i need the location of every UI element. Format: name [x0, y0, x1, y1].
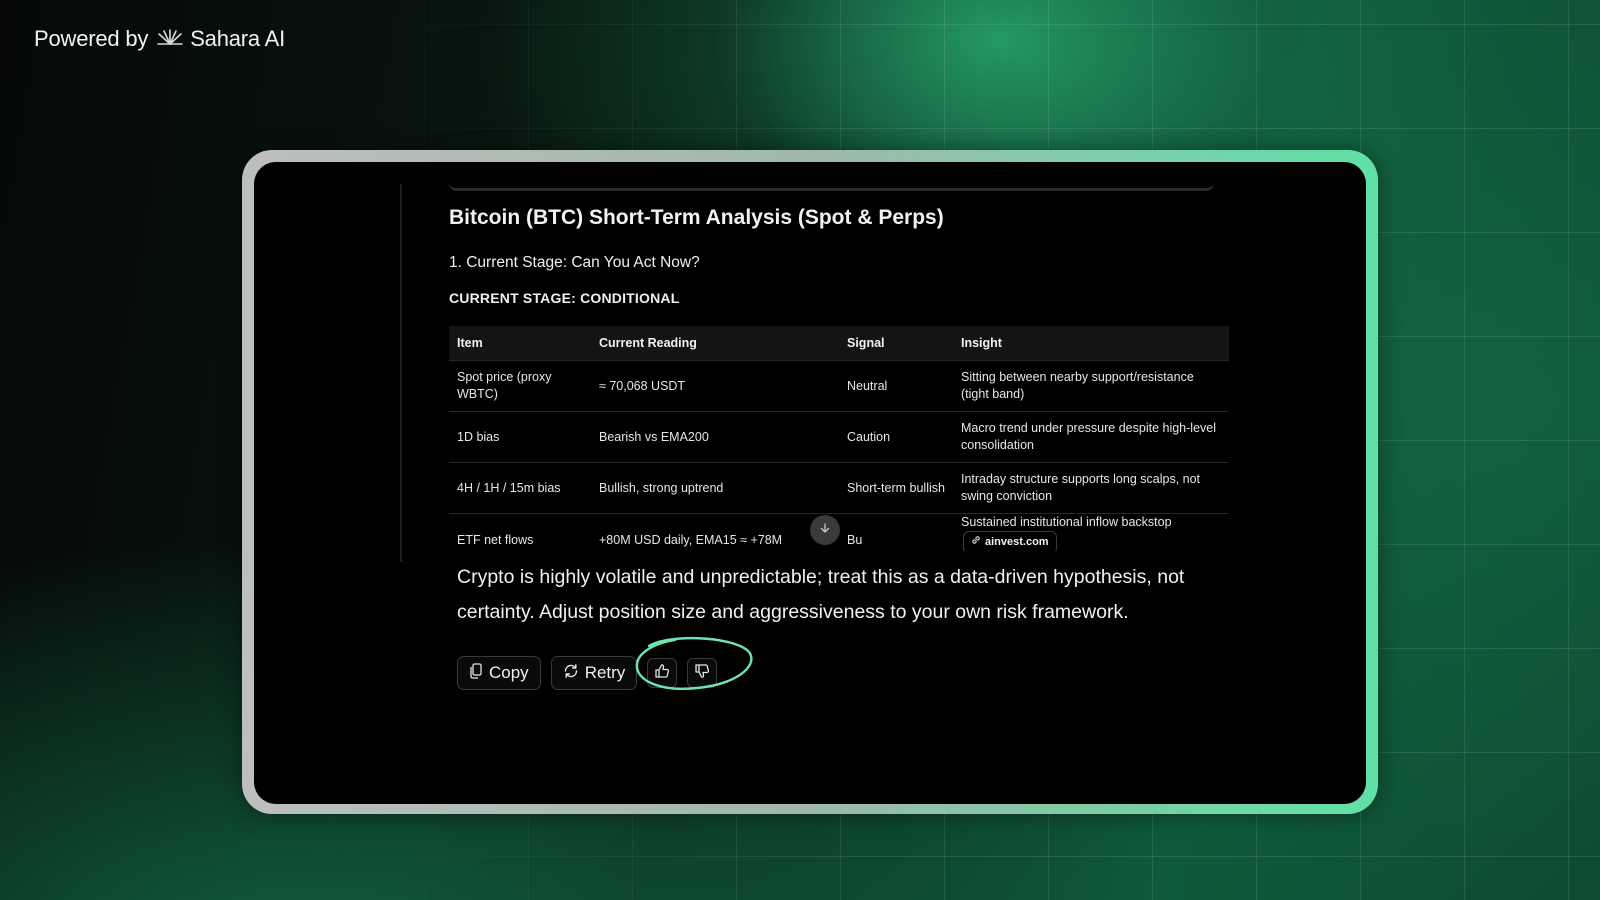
- cell-item: Spot price (proxy WBTC): [449, 360, 591, 412]
- feedback-highlight-circle: [635, 636, 753, 690]
- source-link-label: ainvest.com: [985, 536, 1049, 548]
- arrow-down-icon: [819, 521, 831, 539]
- analysis-table: Item Current Reading Signal Insight Spot…: [449, 326, 1229, 551]
- source-link-chip[interactable]: ainvest.com: [963, 531, 1057, 551]
- scroll-down-button[interactable]: [810, 515, 840, 545]
- response-header: Bitcoin (BTC) Short-Term Analysis (Spot …: [449, 202, 1229, 306]
- powered-by-label: Powered by: [34, 26, 149, 51]
- sahara-logo-icon: [156, 26, 184, 52]
- copy-icon: [469, 662, 483, 684]
- cell-item: 1D bias: [449, 411, 591, 463]
- sidebar-divider: [400, 184, 402, 562]
- table-row: 1D bias Bearish vs EMA200 Caution Macro …: [449, 411, 1229, 463]
- col-header-item: Item: [449, 326, 591, 361]
- cell-reading: Bearish vs EMA200: [591, 411, 839, 463]
- cell-reading: +80M USD daily, EMA15 ≈ +78M: [591, 513, 839, 551]
- cell-signal: Short-term bullish: [839, 462, 953, 514]
- insight-text: Sustained institutional inflow backstop: [961, 515, 1172, 529]
- analysis-table-scroll[interactable]: Item Current Reading Signal Insight Spot…: [449, 326, 1229, 551]
- brand-name: Sahara AI: [190, 26, 286, 51]
- copy-label: Copy: [489, 663, 529, 682]
- chat-screen: Bitcoin (BTC) Short-Term Analysis (Spot …: [254, 162, 1366, 804]
- col-header-reading: Current Reading: [591, 326, 839, 361]
- cell-signal: Neutral: [839, 360, 953, 412]
- retry-button[interactable]: Retry: [550, 656, 638, 690]
- cell-insight: Sustained institutional inflow backstop …: [953, 513, 1229, 551]
- risk-disclaimer: Crypto is highly volatile and unpredicta…: [457, 566, 1185, 623]
- scrolled-content-edge: [449, 182, 1214, 191]
- cell-item: 4H / 1H / 15m bias: [449, 462, 591, 514]
- link-icon: [971, 534, 981, 551]
- retry-label: Retry: [584, 663, 626, 682]
- copy-button[interactable]: Copy: [457, 656, 541, 690]
- current-stage-label: CURRENT STAGE: CONDITIONAL: [449, 290, 680, 306]
- table-header-row: Item Current Reading Signal Insight: [449, 326, 1229, 361]
- retry-icon: [563, 663, 579, 684]
- cell-insight: Intraday structure supports long scalps,…: [953, 462, 1229, 514]
- col-header-insight: Insight: [953, 326, 1229, 361]
- col-header-signal: Signal: [839, 326, 953, 361]
- cell-signal: Bu: [839, 513, 953, 551]
- cell-insight: Sitting between nearby support/resistanc…: [953, 360, 1229, 412]
- report-title: Bitcoin (BTC) Short-Term Analysis (Spot …: [449, 206, 944, 229]
- cell-item: ETF net flows: [449, 513, 591, 551]
- cell-signal: Caution: [839, 411, 953, 463]
- powered-by-brand: Powered by Sahara AI: [34, 26, 285, 52]
- cell-reading: Bullish, strong uptrend: [591, 462, 839, 514]
- table-row: Spot price (proxy WBTC) ≈ 70,068 USDT Ne…: [449, 360, 1229, 412]
- cell-insight: Macro trend under pressure despite high-…: [953, 411, 1229, 463]
- cell-reading: ≈ 70,068 USDT: [591, 360, 839, 412]
- device-frame: Bitcoin (BTC) Short-Term Analysis (Spot …: [242, 150, 1378, 814]
- table-row: 4H / 1H / 15m bias Bullish, strong uptre…: [449, 462, 1229, 514]
- section-heading: 1. Current Stage: Can You Act Now?: [449, 254, 700, 271]
